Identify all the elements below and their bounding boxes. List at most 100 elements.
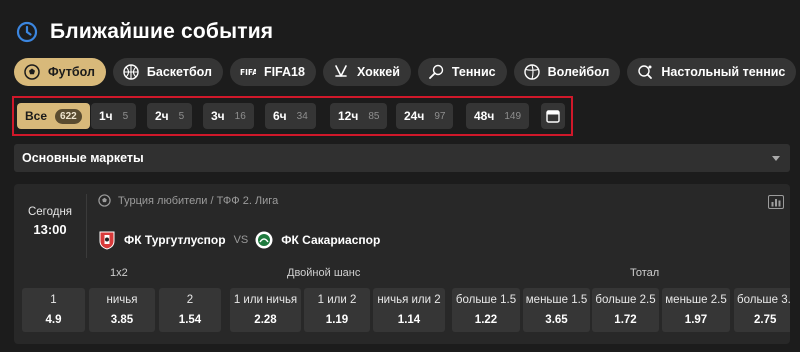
tennis-racket-icon bbox=[429, 64, 444, 79]
sport-tab-label: Футбол bbox=[48, 65, 95, 79]
clock-icon bbox=[16, 21, 38, 43]
statistics-icon[interactable] bbox=[768, 195, 784, 209]
page-header: Ближайшие события bbox=[16, 18, 273, 46]
time-filter-count: 34 bbox=[296, 110, 308, 122]
odd-label: 2 bbox=[186, 294, 194, 306]
odd-value: 1.22 bbox=[474, 314, 498, 326]
market-group-1x2: 1x2 bbox=[110, 267, 128, 279]
odd-value: 1.97 bbox=[684, 314, 708, 326]
time-filter-12h[interactable]: 12ч 85 bbox=[330, 103, 388, 129]
time-filter-2h[interactable]: 2ч 5 bbox=[147, 103, 193, 129]
time-filter-count: 97 bbox=[434, 110, 446, 122]
odd-label: больше 1.5 bbox=[455, 294, 517, 306]
time-filter-label: 12ч bbox=[338, 109, 359, 123]
calendar-icon bbox=[546, 110, 560, 123]
odd-value: 1.14 bbox=[397, 314, 421, 326]
sport-tab-label: FIFA18 bbox=[263, 65, 305, 79]
odd-value: 4.9 bbox=[45, 314, 62, 326]
time-filter-24h[interactable]: 24ч 97 bbox=[396, 103, 454, 129]
market-group-total: Тотал bbox=[630, 267, 660, 279]
odd-value: 1.19 bbox=[325, 314, 349, 326]
odd-button-draw[interactable]: ничья 3.85 bbox=[89, 288, 155, 332]
odd-label: меньше 2.5 bbox=[665, 294, 727, 306]
time-filter-bar: Все 622 1ч 5 2ч 5 3ч 16 6ч 34 12ч 85 24ч… bbox=[12, 96, 573, 136]
event-time: 13:00 bbox=[33, 222, 67, 237]
table-tennis-icon bbox=[638, 65, 653, 79]
time-filter-label: 2ч bbox=[155, 109, 169, 123]
time-filter-all[interactable]: Все 622 bbox=[17, 103, 90, 129]
odd-button-2[interactable]: 2 1.54 bbox=[159, 288, 221, 332]
odd-button-over-1-5[interactable]: больше 1.5 1.22 bbox=[452, 288, 520, 332]
odd-value: 2.75 bbox=[754, 314, 777, 326]
markets-label: Основные маркеты bbox=[22, 151, 144, 165]
odd-label: меньше 1.5 bbox=[525, 294, 588, 306]
versus-label: VS bbox=[233, 234, 249, 246]
sport-tab-tennis[interactable]: Теннис bbox=[417, 58, 507, 86]
odd-label: 1 или ничья bbox=[233, 294, 298, 306]
fifa-icon: FIFA bbox=[240, 68, 256, 77]
svg-text:FIFA: FIFA bbox=[240, 68, 256, 77]
volleyball-icon bbox=[523, 64, 540, 80]
league-line: Турция любители / ТФФ 2. Лига bbox=[98, 194, 278, 207]
sport-tab-label: Настольный теннис bbox=[661, 65, 786, 79]
time-filter-label: 48ч bbox=[474, 109, 495, 123]
event-date: Сегодня bbox=[27, 206, 73, 218]
time-filter-count: 5 bbox=[178, 110, 185, 122]
hockey-icon bbox=[335, 65, 347, 77]
odd-value: 2.28 bbox=[254, 314, 277, 326]
sport-tabs: Футбол Баскетбол FIFA FIFA18 Хоккей Тенн… bbox=[14, 58, 800, 86]
markets-dropdown[interactable]: Основные маркеты bbox=[14, 144, 790, 172]
soccer-ball-icon bbox=[98, 194, 111, 207]
sport-tab-label: Волейбол bbox=[547, 65, 610, 79]
time-filter-48h[interactable]: 48ч 149 bbox=[466, 103, 530, 129]
odd-button-1-or-draw[interactable]: 1 или ничья 2.28 bbox=[230, 288, 301, 332]
basketball-icon bbox=[123, 64, 139, 80]
time-filter-label: 3ч bbox=[211, 109, 225, 123]
time-filter-count: 149 bbox=[504, 110, 522, 122]
away-team: ФК Сакариаспор bbox=[281, 233, 381, 247]
sport-tab-basketball[interactable]: Баскетбол bbox=[112, 58, 223, 86]
sport-tab-volleyball[interactable]: Волейбол bbox=[513, 58, 621, 86]
odd-button-under-1-5[interactable]: меньше 1.5 3.65 bbox=[523, 288, 590, 332]
odd-label: ничья или 2 bbox=[377, 294, 441, 306]
odd-label: 1 или 2 bbox=[317, 294, 357, 306]
odd-button-under-2-5[interactable]: меньше 2.5 1.97 bbox=[662, 288, 730, 332]
sport-tab-label: Хоккей bbox=[356, 65, 400, 79]
league-name[interactable]: Турция любители / ТФФ 2. Лига bbox=[118, 195, 278, 207]
sport-tab-football[interactable]: Футбол bbox=[14, 58, 106, 86]
teams-line[interactable]: ФК Тургутлуспор VS ФК Сакариаспор bbox=[98, 230, 380, 250]
away-team-crest-icon bbox=[255, 231, 273, 249]
soccer-ball-icon bbox=[24, 64, 40, 80]
time-filter-count: 16 bbox=[234, 110, 246, 122]
time-filter-label: Все bbox=[25, 109, 48, 123]
time-filter-6h[interactable]: 6ч 34 bbox=[265, 103, 316, 129]
sport-tab-fifa[interactable]: FIFA FIFA18 bbox=[229, 58, 316, 86]
time-filter-1h[interactable]: 1ч 5 bbox=[91, 103, 137, 129]
odd-button-draw-or-2[interactable]: ничья или 2 1.14 bbox=[373, 288, 445, 332]
time-filter-count: 622 bbox=[55, 108, 82, 124]
time-filter-label: 1ч bbox=[99, 109, 113, 123]
sport-tab-label: Баскетбол bbox=[146, 65, 212, 79]
odd-button-over-2-5[interactable]: больше 2.5 1.72 bbox=[592, 288, 659, 332]
sport-tab-table-tennis[interactable]: Настольный теннис bbox=[627, 58, 797, 86]
time-filter-label: 6ч bbox=[273, 109, 287, 123]
odd-value: 1.72 bbox=[614, 314, 637, 326]
page-title: Ближайшие события bbox=[50, 20, 274, 43]
time-filter-label: 24ч bbox=[404, 109, 425, 123]
market-group-double-chance: Двойной шанс bbox=[287, 267, 361, 279]
odd-label: больше 3.5 bbox=[737, 294, 790, 306]
odd-button-1[interactable]: 1 4.9 bbox=[22, 288, 85, 332]
odd-label: 1 bbox=[50, 294, 57, 306]
time-filter-count: 5 bbox=[122, 110, 129, 122]
time-filter-3h[interactable]: 3ч 16 bbox=[203, 103, 254, 129]
sport-tab-hockey[interactable]: Хоккей bbox=[322, 58, 411, 86]
event-card: Сегодня 13:00 Турция любители / ТФФ 2. Л… bbox=[14, 184, 790, 344]
odd-button-over-3-5[interactable]: больше 3.5 2.75 bbox=[734, 288, 790, 332]
odd-button-1-or-2[interactable]: 1 или 2 1.19 bbox=[304, 288, 370, 332]
odd-value: 3.85 bbox=[110, 314, 134, 326]
odd-value: 3.65 bbox=[545, 314, 568, 326]
calendar-button[interactable] bbox=[541, 103, 565, 129]
time-filter-count: 85 bbox=[368, 110, 380, 122]
odd-value: 1.54 bbox=[178, 314, 202, 326]
home-team: ФК Тургутлуспор bbox=[124, 233, 226, 247]
